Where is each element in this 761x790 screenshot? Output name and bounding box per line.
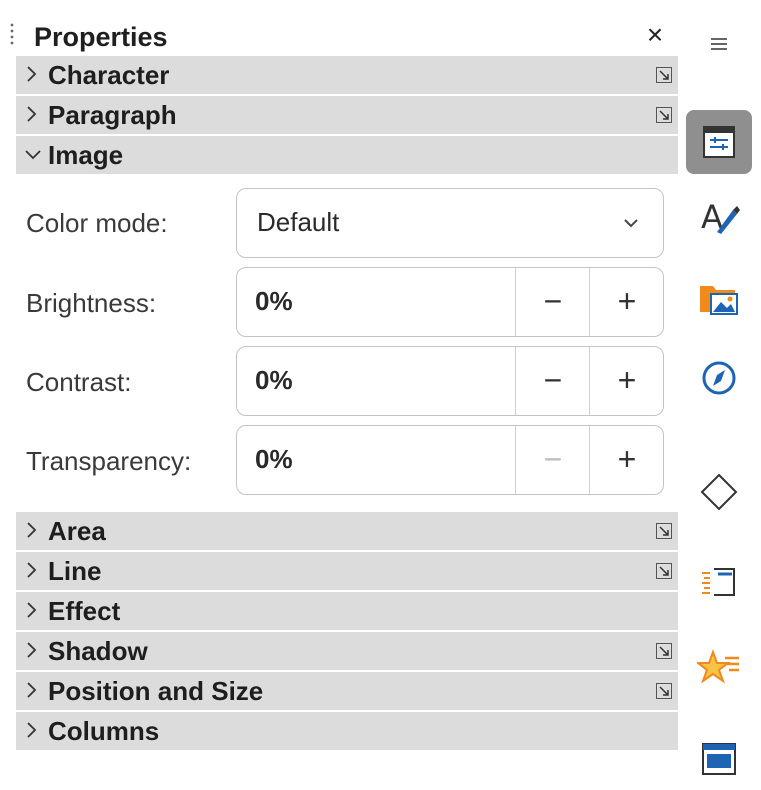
section-label: Image [48,140,124,170]
contrast-value: 0% [255,365,293,395]
sidebar-tabbar: A [680,0,761,778]
more-options-icon[interactable] [656,683,672,699]
section-columns[interactable]: Columns [16,712,678,750]
section-paragraph[interactable]: Paragraph [16,96,678,134]
chevron-right-icon [27,562,37,578]
transparency-spinbox[interactable]: 0% − + [236,425,664,495]
shapes-icon [700,473,738,511]
design-icon [702,743,736,775]
color-mode-value: Default [257,207,340,237]
styles-icon: A [701,198,740,236]
sidebar-menu-button[interactable] [686,12,752,76]
chevron-right-icon [27,602,37,618]
color-mode-dropdown[interactable]: Default [236,188,664,258]
section-label: Effect [48,596,121,626]
more-options-icon[interactable] [656,563,672,579]
chevron-down-icon [25,150,41,160]
tab-design[interactable] [686,726,752,790]
section-character[interactable]: Character [16,56,678,94]
panel-titlebar: Properties × [0,8,680,54]
gallery-icon [700,286,738,315]
contrast-spinbox[interactable]: 0% − + [236,346,664,416]
section-label: Character [48,60,170,90]
tab-properties[interactable] [686,110,752,174]
panel-title: Properties [34,22,168,52]
brightness-decrease-button[interactable]: − [515,268,590,336]
drag-grip-icon[interactable] [10,22,14,46]
animation-icon [697,649,739,684]
section-label: Paragraph [48,100,177,130]
section-label: Columns [48,716,160,746]
page-icon [702,568,735,596]
chevron-right-icon [27,522,37,538]
chevron-right-icon [27,66,37,82]
brightness-value: 0% [255,286,293,316]
contrast-increase-button[interactable]: + [589,347,664,415]
transparency-label: Transparency: [26,446,192,476]
brightness-label: Brightness: [26,288,157,318]
more-options-icon[interactable] [656,107,672,123]
section-label: Shadow [48,636,148,666]
chevron-right-icon [27,722,37,738]
menu-icon [711,38,727,50]
chevron-right-icon [27,642,37,658]
brightness-increase-button[interactable]: + [589,268,664,336]
section-label: Position and Size [48,676,264,706]
close-button[interactable]: × [640,20,670,50]
section-effect[interactable]: Effect [16,592,678,630]
navigator-icon [702,361,736,395]
section-label: Area [48,516,106,546]
transparency-decrease-button[interactable]: − [515,426,590,494]
section-image[interactable]: Image [16,136,678,174]
section-shadow[interactable]: Shadow [16,632,678,670]
more-options-icon[interactable] [656,643,672,659]
more-options-icon[interactable] [656,523,672,539]
chevron-down-icon [624,219,638,228]
more-options-icon[interactable] [656,67,672,83]
section-position-and-size[interactable]: Position and Size [16,672,678,710]
properties-panel: Properties × Character Paragraph Image C… [0,0,680,778]
chevron-right-icon [27,106,37,122]
color-mode-label: Color mode: [26,208,168,238]
transparency-increase-button[interactable]: + [589,426,664,494]
tab-navigator[interactable] [686,346,752,410]
tab-animation[interactable] [686,636,752,700]
tab-gallery[interactable] [686,266,752,330]
chevron-right-icon [27,682,37,698]
tab-styles[interactable]: A [686,186,752,250]
contrast-label: Contrast: [26,367,132,397]
contrast-decrease-button[interactable]: − [515,347,590,415]
transparency-value: 0% [255,444,293,474]
properties-icon [703,126,735,158]
section-label: Line [48,556,102,586]
section-area[interactable]: Area [16,512,678,550]
section-line[interactable]: Line [16,552,678,590]
tab-shapes[interactable] [686,460,752,524]
tab-page[interactable] [686,550,752,614]
brightness-spinbox[interactable]: 0% − + [236,267,664,337]
